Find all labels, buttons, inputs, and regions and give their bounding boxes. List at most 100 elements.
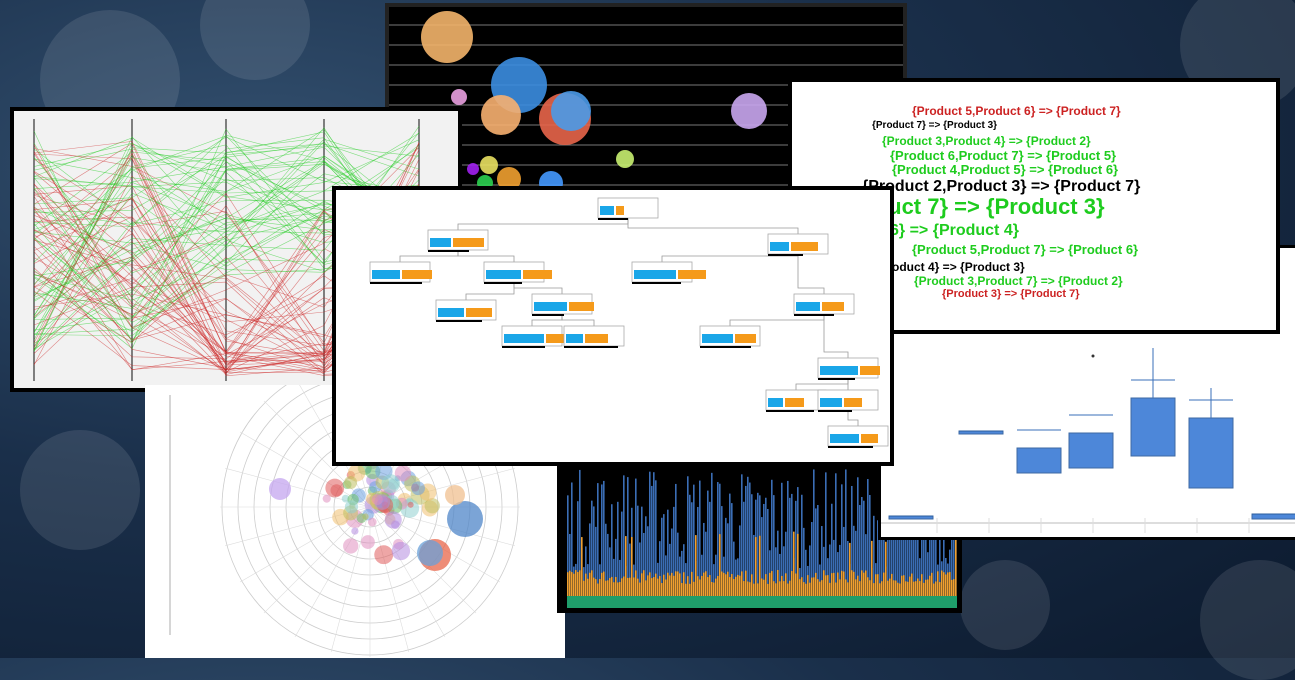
series-bar [765,574,767,598]
bubble [391,520,400,529]
series-bar [913,581,915,598]
series-bar [599,579,601,598]
series-bar [675,571,677,598]
node-underline [564,346,618,348]
series-bar [739,575,741,598]
series-bar [837,572,839,598]
node-underline [794,314,834,316]
tree-edge [465,282,515,300]
series-bar [795,573,797,598]
series-bar [685,583,687,598]
series-bar [615,577,617,598]
tree-edge [797,254,825,294]
series-bar [929,575,931,598]
series-bar [901,575,903,598]
series-bar [755,537,757,598]
series-bar [601,572,603,598]
series-bar [697,576,699,598]
series-bar [919,581,921,598]
series-bar [801,577,803,598]
series-bar [927,579,929,598]
series-band [567,596,957,608]
series-bar [865,570,867,598]
series-bar [631,537,633,598]
series-bar [847,582,849,598]
node-bar-orange [585,334,608,343]
series-bar [707,577,709,598]
bokeh-light [1200,560,1295,680]
bubble [362,513,369,520]
node-underline [370,282,422,284]
series-bar [817,579,819,598]
node-bar-blue [534,302,567,311]
series-bar [629,577,631,598]
series-bar [721,571,723,598]
series-bar [597,583,599,598]
bubble [481,95,521,135]
series-bar [607,580,609,598]
series-bar [763,579,765,598]
series-bar [767,583,769,598]
series-bar [719,534,721,598]
node-bar-orange [453,238,484,247]
series-bar [875,574,877,598]
series-bar [703,572,705,598]
node-bar-orange [860,366,880,375]
node-bar-blue [372,270,400,279]
node-underline [818,410,852,412]
series-bar [639,582,641,598]
node-underline [818,378,855,380]
series-bar [857,575,859,598]
node-bar-blue [566,334,583,343]
series-bar [605,580,607,598]
node-underline [484,282,522,284]
series-bar [821,580,823,598]
bubble [445,485,465,505]
rule-text: {Product 6,Product 7} => {Product 5} [890,148,1117,163]
series-bar [827,575,829,598]
series-bar [669,575,671,598]
node-bar-orange [569,302,594,311]
series-bar [683,572,685,598]
node-bar-blue [820,398,842,407]
series-bar [699,579,701,598]
series-bar [807,575,809,598]
series-bar [887,580,889,598]
series-bar [665,579,667,598]
node-bar-blue [600,206,614,215]
rule-text: {Product 4,Product 5} => {Product 6} [892,162,1119,177]
series-bar [573,573,575,598]
series-bar [859,581,861,598]
series-bar [571,572,573,598]
series-bar [747,581,749,598]
node-bar-blue [770,242,789,251]
series-bar [711,581,713,598]
node-bar-blue [768,398,783,407]
series-bar [953,579,955,598]
series-bar [949,572,951,598]
series-bar [649,572,651,598]
series-bar [809,582,811,598]
outlier-point [1091,354,1095,358]
series-bar [835,582,837,598]
bubble [371,493,383,505]
series-bar [647,575,649,598]
bubble [381,474,401,493]
series-bar [823,570,825,598]
series-bar [935,581,937,598]
bubble [551,91,591,131]
series-bar [651,578,653,598]
series-bar [761,578,763,598]
series-bar [757,583,759,598]
series-bar [825,575,827,598]
series-bar [751,574,753,598]
series-bar [843,571,845,598]
series-bar [921,574,923,598]
node-bar-orange [791,242,818,251]
series-bar [577,572,579,598]
box [1188,417,1234,489]
node-underline [532,314,564,316]
bubble [407,501,414,508]
series-bar [779,581,781,598]
series-bar [579,570,581,598]
